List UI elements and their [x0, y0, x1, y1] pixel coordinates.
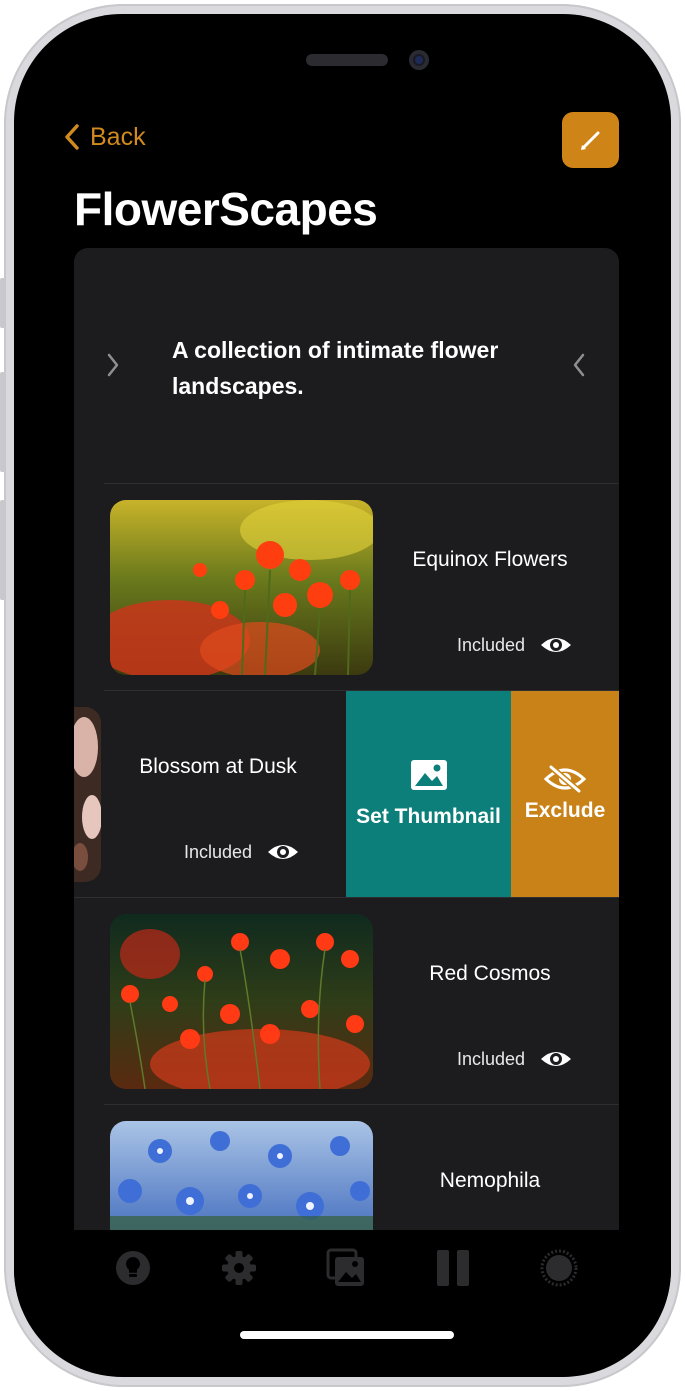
eye-icon: [541, 1052, 572, 1066]
volume-down-button: [0, 500, 5, 600]
set-thumbnail-button[interactable]: Set Thumbnail: [346, 691, 511, 897]
eye-slash-icon: [543, 765, 587, 793]
speaker: [306, 54, 388, 66]
photo-title: Red Cosmos: [429, 962, 551, 985]
photo-status[interactable]: Included: [457, 1048, 573, 1070]
photo-title: Equinox Flowers: [412, 548, 568, 571]
status-label: Included: [184, 841, 253, 862]
status-label: Included: [457, 1048, 526, 1069]
volume-up-button: [0, 372, 5, 472]
photo-row[interactable]: Nemophila: [74, 1105, 619, 1230]
back-label: Back: [90, 122, 146, 151]
back-button[interactable]: Back: [62, 122, 146, 152]
set-thumbnail-label: Set Thumbnail: [356, 805, 501, 828]
front-camera: [409, 50, 429, 70]
album-description: A collection of intimate flower landscap…: [172, 337, 499, 399]
photo-status[interactable]: Included: [457, 634, 573, 656]
eye-icon: [268, 845, 299, 859]
tab-pause[interactable]: [433, 1248, 473, 1288]
photo-row[interactable]: Red Cosmos Included: [74, 898, 619, 1104]
lightbulb-icon: [116, 1251, 150, 1285]
album-card: A collection of intimate flower landscap…: [74, 248, 619, 1230]
photo-row[interactable]: Equinox Flowers Included: [74, 484, 619, 690]
photo-row-swiped[interactable]: Blossom at Dusk Included Set Thumbnail E…: [74, 691, 619, 897]
status-label: Included: [457, 634, 526, 655]
gallery-icon: [326, 1248, 364, 1286]
tab-gallery[interactable]: [326, 1248, 366, 1288]
photo-thumbnail: [110, 1121, 373, 1230]
screen: Back FlowerScapes A collection of intima…: [14, 14, 671, 1377]
album-description-section: A collection of intimate flower landscap…: [74, 248, 619, 484]
home-indicator[interactable]: [240, 1331, 454, 1339]
photo-thumbnail: [110, 914, 373, 1089]
pause-icon: [437, 1250, 469, 1286]
eye-icon: [541, 638, 572, 652]
gear-icon: [222, 1251, 256, 1285]
edit-button[interactable]: [562, 112, 619, 168]
circle-icon: [540, 1249, 578, 1287]
photo-thumbnail: [74, 707, 101, 882]
tab-bar: [14, 1230, 671, 1310]
pencil-icon: [580, 131, 599, 150]
photo-title: Blossom at Dusk: [139, 755, 297, 778]
page-title: FlowerScapes: [74, 183, 378, 235]
chevron-left-icon: [65, 124, 79, 150]
mute-switch: [0, 278, 5, 328]
exclude-button[interactable]: Exclude: [511, 691, 619, 897]
exclude-label: Exclude: [524, 799, 606, 822]
photo-title: Nemophila: [439, 1169, 541, 1192]
tab-settings[interactable]: [219, 1248, 259, 1288]
tab-circle[interactable]: [539, 1248, 579, 1288]
photo-icon: [410, 760, 447, 790]
chevron-right-icon[interactable]: [104, 351, 122, 379]
chevron-left-icon[interactable]: [570, 351, 588, 379]
tab-lightbulb[interactable]: [113, 1248, 153, 1288]
photo-thumbnail: [110, 500, 373, 675]
photo-status[interactable]: Included: [184, 841, 300, 863]
